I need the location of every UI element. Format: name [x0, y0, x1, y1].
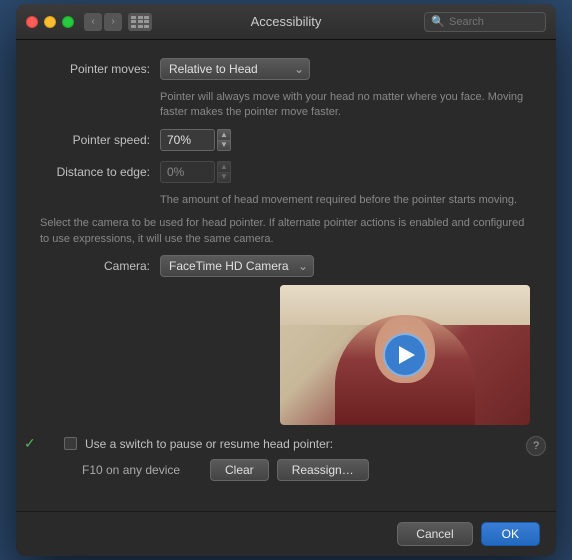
key-row: F10 on any device Clear Reassign… [82, 459, 532, 481]
camera-description: Select the camera to be used for head po… [40, 216, 532, 247]
camera-label: Camera: [40, 259, 150, 273]
forward-button[interactable]: › [104, 13, 122, 31]
distance-row: Distance to edge: ▲ ▼ [40, 161, 532, 183]
stepper-down[interactable]: ▼ [217, 140, 231, 151]
pointer-speed-row: Pointer speed: ▲ ▼ [40, 129, 532, 151]
nav-buttons: ‹ › [84, 13, 122, 31]
play-icon [399, 346, 415, 364]
distance-stepper-up: ▲ [217, 161, 231, 172]
help-button[interactable]: ? [526, 436, 546, 456]
accessibility-window: ‹ › Accessibility 🔍 Pointer moves: Relat… [16, 4, 556, 556]
grid-button[interactable] [128, 13, 152, 31]
pointer-moves-select-wrapper[interactable]: Relative to Head Relative to Body [160, 58, 310, 80]
cancel-button[interactable]: Cancel [397, 522, 472, 546]
distance-stepper-down: ▼ [217, 172, 231, 183]
content-area: Pointer moves: Relative to Head Relative… [16, 40, 556, 511]
switch-label: Use a switch to pause or resume head poi… [85, 437, 333, 451]
search-input[interactable] [449, 16, 539, 28]
pointer-description: Pointer will always move with your head … [160, 90, 532, 121]
traffic-lights [26, 16, 74, 28]
distance-input [160, 161, 215, 183]
distance-description: The amount of head movement required bef… [160, 193, 532, 208]
camera-row: Camera: FaceTime HD Camera [40, 255, 532, 277]
pointer-speed-label: Pointer speed: [40, 133, 150, 147]
titlebar: ‹ › Accessibility 🔍 [16, 4, 556, 40]
stepper-up[interactable]: ▲ [217, 129, 231, 140]
check-icon: ✓ [24, 435, 36, 452]
back-icon: ‹ [91, 16, 94, 27]
pointer-moves-row: Pointer moves: Relative to Head Relative… [40, 58, 532, 80]
search-icon: 🔍 [431, 15, 445, 28]
stepper-buttons: ▲ ▼ [217, 129, 231, 151]
switch-checkbox[interactable] [64, 437, 77, 450]
minimize-button[interactable] [44, 16, 56, 28]
forward-icon: › [111, 16, 114, 27]
reassign-button[interactable]: Reassign… [277, 459, 369, 481]
window-title: Accessibility [251, 14, 322, 29]
ok-button[interactable]: OK [481, 522, 540, 546]
camera-select[interactable]: FaceTime HD Camera [160, 255, 314, 277]
pointer-moves-label: Pointer moves: [40, 62, 150, 76]
clear-button[interactable]: Clear [210, 459, 269, 481]
button-bar: Cancel OK [16, 511, 556, 556]
pointer-speed-stepper[interactable]: ▲ ▼ [160, 129, 231, 151]
key-label: F10 on any device [82, 463, 202, 477]
distance-label: Distance to edge: [40, 165, 150, 179]
close-button[interactable] [26, 16, 38, 28]
pointer-moves-select[interactable]: Relative to Head Relative to Body [160, 58, 310, 80]
pointer-speed-input[interactable] [160, 129, 215, 151]
camera-preview[interactable] [280, 285, 530, 425]
camera-preview-container [160, 285, 532, 425]
search-bar[interactable]: 🔍 [424, 12, 546, 32]
switch-row: Use a switch to pause or resume head poi… [40, 437, 532, 451]
back-button[interactable]: ‹ [84, 13, 102, 31]
play-button[interactable] [383, 333, 427, 377]
maximize-button[interactable] [62, 16, 74, 28]
camera-select-wrapper[interactable]: FaceTime HD Camera [160, 255, 314, 277]
distance-stepper-buttons: ▲ ▼ [217, 161, 231, 183]
distance-stepper: ▲ ▼ [160, 161, 231, 183]
